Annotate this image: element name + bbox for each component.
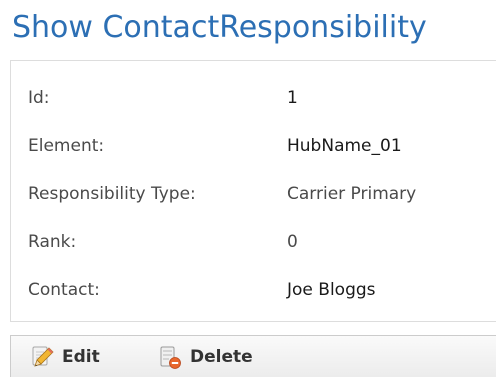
rank-value: 0 bbox=[287, 232, 298, 252]
edit-label: Edit bbox=[62, 347, 100, 367]
responsibility-type-label: Responsibility Type: bbox=[28, 184, 196, 204]
contact-value[interactable]: Joe Bloggs bbox=[287, 266, 376, 314]
id-label: Id: bbox=[28, 88, 50, 108]
delete-icon bbox=[158, 344, 182, 370]
edit-button[interactable]: Edit bbox=[30, 336, 100, 377]
detail-row-element: Element: HubName_01 bbox=[11, 122, 496, 170]
responsibility-type-value: Carrier Primary bbox=[287, 184, 417, 204]
page-title: Show ContactResponsibility bbox=[12, 10, 427, 45]
rank-label: Rank: bbox=[28, 232, 77, 252]
element-label: Element: bbox=[28, 136, 105, 156]
detail-panel: Id: 1 Element: HubName_01 Responsibility… bbox=[10, 60, 496, 322]
id-value: 1 bbox=[287, 88, 298, 108]
detail-row-responsibility-type: Responsibility Type: Carrier Primary bbox=[11, 170, 496, 218]
detail-row-rank: Rank: 0 bbox=[11, 218, 496, 266]
detail-row-id: Id: 1 bbox=[11, 74, 496, 122]
contact-label: Contact: bbox=[28, 280, 100, 300]
detail-row-contact: Contact: Joe Bloggs bbox=[11, 266, 496, 314]
element-value: HubName_01 bbox=[287, 136, 402, 156]
delete-label: Delete bbox=[190, 347, 253, 367]
pencil-icon bbox=[30, 344, 54, 370]
delete-button[interactable]: Delete bbox=[158, 336, 253, 377]
button-toolbar: Edit Delete bbox=[10, 335, 496, 377]
